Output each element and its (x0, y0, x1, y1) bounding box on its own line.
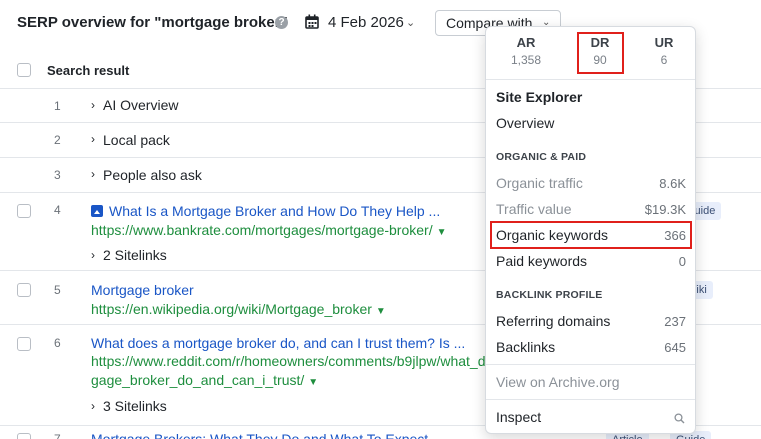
paid-keywords-link[interactable]: Paid keywords (496, 253, 587, 269)
row-number: 3 (54, 168, 61, 182)
metric-ar[interactable]: AR 1,358 (496, 35, 556, 67)
highlight-box (577, 32, 624, 74)
metric-label: UR (654, 35, 674, 50)
help-icon[interactable]: ? (275, 16, 288, 29)
row-label[interactable]: People also ask (103, 167, 202, 183)
organic-keywords-link[interactable]: Organic keywords (496, 227, 608, 243)
divider (486, 79, 695, 80)
row-label[interactable]: AI Overview (103, 97, 178, 113)
result-url[interactable]: https://www.reddit.com/r/homeowners/comm… (91, 353, 486, 369)
result-url-text[interactable]: https://en.wikipedia.org/wiki/Mortgage_b… (91, 301, 372, 317)
caret-down-icon[interactable]: ▼ (437, 227, 447, 238)
result-url-continued[interactable]: gage_broker_do_and_can_i_trust/ ▼ (91, 372, 486, 388)
sitelinks-toggle[interactable]: 2 Sitelinks (103, 247, 167, 263)
page-title: SERP overview for "mortgage broker" (17, 14, 288, 31)
organic-traffic-link[interactable]: Organic traffic (496, 175, 583, 191)
traffic-value-link[interactable]: Traffic value (496, 201, 571, 217)
divider (486, 399, 695, 400)
caret-down-icon[interactable]: ▼ (376, 306, 386, 317)
site-explorer-heading: Site Explorer (496, 89, 583, 105)
chevron-right-icon[interactable]: › (91, 98, 95, 112)
result-title-text[interactable]: What Is a Mortgage Broker and How Do The… (109, 203, 440, 219)
inspect-link[interactable]: Inspect (496, 409, 541, 425)
organic-traffic-value: 8.6K (659, 176, 686, 191)
result-title-link[interactable]: Mortgage Brokers: What They Do and What … (91, 431, 486, 439)
image-icon (91, 205, 103, 217)
divider (486, 364, 695, 365)
row-number: 5 (54, 283, 61, 297)
result-title-link[interactable]: What does a mortgage broker do, and can … (91, 335, 486, 351)
select-all-checkbox[interactable] (17, 63, 31, 77)
result-url-text[interactable]: https://www.bankrate.com/mortgages/mortg… (91, 222, 433, 238)
domain-metrics-popover: AR 1,358 DR 90 UR 6 Site Explorer Overvi… (485, 26, 696, 434)
backlinks-value: 645 (664, 340, 686, 355)
metric-value: 6 (660, 53, 668, 67)
referring-domains-value: 237 (664, 314, 686, 329)
search-icon[interactable] (674, 413, 685, 424)
row-label[interactable]: Local pack (103, 132, 170, 148)
row-number: 7 (54, 432, 61, 439)
result-title-link[interactable]: What Is a Mortgage Broker and How Do The… (91, 203, 481, 219)
chevron-right-icon[interactable]: › (91, 132, 95, 146)
organic-paid-section-label: ORGANIC & PAID (496, 151, 587, 163)
row-number: 6 (54, 336, 61, 350)
row-checkbox[interactable] (17, 337, 31, 351)
backlinks-link[interactable]: Backlinks (496, 339, 555, 355)
calendar-icon[interactable] (305, 14, 319, 29)
metric-label: AR (516, 35, 536, 50)
metric-ur[interactable]: UR 6 (634, 35, 694, 67)
sitelinks-toggle[interactable]: 3 Sitelinks (103, 398, 167, 414)
row-number: 1 (54, 99, 61, 113)
chevron-right-icon[interactable]: › (91, 248, 95, 262)
paid-keywords-value: 0 (678, 254, 686, 269)
referring-domains-link[interactable]: Referring domains (496, 313, 610, 329)
backlink-profile-section-label: BACKLINK PROFILE (496, 289, 603, 301)
metric-value: 1,358 (510, 53, 542, 67)
traffic-value-amount: $19.3K (644, 202, 686, 217)
caret-down-icon[interactable]: ▼ (308, 377, 318, 388)
row-checkbox[interactable] (17, 283, 31, 297)
chevron-right-icon[interactable]: › (91, 399, 95, 413)
overview-link[interactable]: Overview (496, 115, 554, 131)
row-checkbox[interactable] (17, 204, 31, 218)
result-url[interactable]: https://en.wikipedia.org/wiki/Mortgage_b… (91, 301, 481, 317)
result-url-text[interactable]: gage_broker_do_and_can_i_trust/ (91, 372, 304, 388)
column-header-search-result: Search result (47, 63, 130, 78)
chevron-right-icon[interactable]: › (91, 167, 95, 181)
row-number: 4 (54, 203, 61, 217)
archive-org-link[interactable]: View on Archive.org (496, 374, 619, 390)
chevron-down-icon[interactable]: ⌄ (406, 16, 415, 29)
result-url[interactable]: https://www.bankrate.com/mortgages/mortg… (91, 222, 481, 238)
date-selector[interactable]: 4 Feb 2026 (328, 14, 404, 31)
organic-keywords-value: 366 (664, 228, 686, 243)
result-title-link[interactable]: Mortgage broker (91, 282, 481, 298)
row-number: 2 (54, 133, 61, 147)
row-checkbox[interactable] (17, 433, 31, 439)
